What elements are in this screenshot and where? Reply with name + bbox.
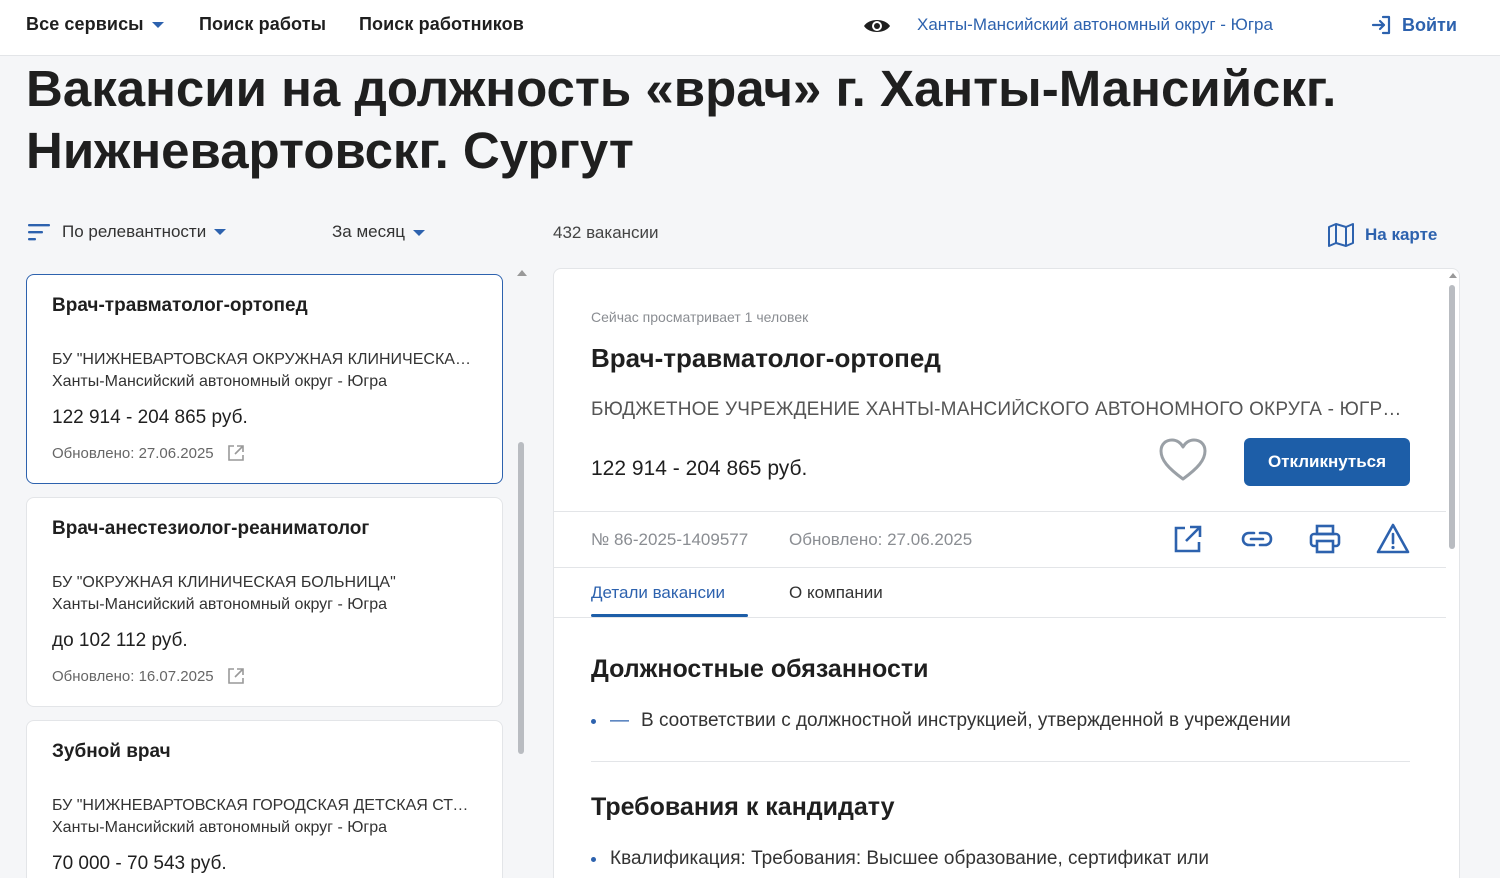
detail-salary: 122 914 - 204 865 руб.	[591, 457, 808, 480]
tab-about-company[interactable]: О компании	[789, 583, 883, 603]
all-services-menu[interactable]: Все сервисы	[26, 14, 164, 35]
detail-title: Врач-травматолог-ортопед	[591, 343, 941, 373]
divider	[554, 567, 1446, 568]
page-title: Вакансии на должность «врач» г. Ханты-Ма…	[26, 60, 1337, 179]
map-icon	[1328, 223, 1354, 247]
chevron-down-icon	[413, 229, 426, 236]
login-icon	[1371, 15, 1391, 35]
vacancy-updated-label: Обновлено: 27.06.2025	[52, 444, 214, 462]
duty-dash: —	[610, 710, 629, 731]
vacancy-region: Ханты-Мансийский автономный округ - Югра	[52, 819, 388, 836]
viewing-count: Сейчас просматривает 1 человек	[591, 309, 809, 325]
vacancy-salary: до 102 112 руб.	[52, 630, 188, 651]
requirement-text: Квалификация: Требования: Высшее образов…	[610, 848, 1209, 869]
vacancy-number: № 86-2025-1409577	[591, 530, 749, 549]
map-label: На карте	[1365, 225, 1438, 244]
heart-icon[interactable]	[1158, 437, 1208, 483]
requirement-item: Квалификация: Требования: Высшее образов…	[591, 848, 1209, 870]
vacancy-updated: Обновлено: 27.06.2025	[52, 443, 246, 463]
vacancy-region: Ханты-Мансийский автономный округ - Югра	[52, 373, 388, 390]
vacancy-updated-label: Обновлено: 16.07.2025	[52, 667, 214, 685]
vacancy-updated: Обновлено: 16.07.2025	[52, 666, 246, 686]
divider	[591, 761, 1410, 762]
requirements-heading: Требования к кандидату	[591, 793, 895, 821]
all-services-label: Все сервисы	[26, 14, 144, 34]
eye-icon[interactable]	[862, 14, 892, 38]
detail-updated: Обновлено: 27.06.2025	[789, 530, 973, 549]
worker-search-link[interactable]: Поиск работников	[359, 14, 524, 35]
list-scroll-up-arrow[interactable]	[517, 270, 527, 276]
top-navigation: Все сервисы Поиск работы Поиск работнико…	[0, 0, 1500, 56]
sort-dropdown[interactable]: По релевантности	[28, 222, 227, 242]
external-link-icon[interactable]	[226, 443, 246, 463]
chevron-down-icon	[214, 229, 227, 235]
chevron-down-icon	[151, 22, 164, 29]
login-button[interactable]: Войти	[1370, 13, 1457, 37]
vacancy-org: БУ "НИЖНЕВАРТОВСКАЯ ОКРУЖНАЯ КЛИНИЧЕСКАЯ…	[52, 351, 477, 368]
list-scrollbar[interactable]	[518, 442, 524, 754]
vacancy-title: Врач-травматолог-ортопед	[52, 295, 308, 316]
apply-button[interactable]: Откликнуться	[1244, 438, 1410, 486]
period-dropdown[interactable]: За месяц	[332, 222, 426, 242]
external-link-icon[interactable]	[1171, 522, 1205, 556]
duty-item: — В соответствии с должностной инструкци…	[591, 710, 1291, 732]
link-icon[interactable]	[1240, 522, 1274, 556]
vacancy-title: Врач-анестезиолог-реаниматолог	[52, 518, 370, 539]
vacancy-count: 432 вакансии	[553, 223, 659, 242]
tab-vacancy-details[interactable]: Детали вакансии	[591, 583, 725, 603]
sort-label: По релевантности	[62, 222, 207, 241]
vacancy-region: Ханты-Мансийский автономный округ - Югра	[52, 596, 388, 613]
external-link-icon[interactable]	[226, 666, 246, 686]
vacancy-salary: 122 914 - 204 865 руб.	[52, 407, 248, 428]
vacancy-card[interactable]: Зубной врач БУ "НИЖНЕВАРТОВСКАЯ ГОРОДСКА…	[26, 720, 503, 878]
divider	[554, 617, 1446, 618]
detail-scrollbar[interactable]	[1449, 285, 1455, 549]
login-label: Войти	[1402, 14, 1457, 35]
detail-scroll-up-arrow[interactable]	[1449, 273, 1457, 278]
vacancy-org: БУ "ОКРУЖНАЯ КЛИНИЧЕСКАЯ БОЛЬНИЦА"	[52, 574, 396, 591]
divider	[554, 511, 1446, 512]
warning-icon[interactable]	[1376, 522, 1410, 556]
region-selector[interactable]: Ханты-Мансийский автономный округ - Югра	[917, 15, 1273, 35]
bullet-icon	[591, 718, 596, 724]
vacancy-org: БУ "НИЖНЕВАРТОВСКАЯ ГОРОДСКАЯ ДЕТСКАЯ СТ…	[52, 797, 477, 814]
print-icon[interactable]	[1308, 522, 1342, 556]
detail-org[interactable]: БЮДЖЕТНОЕ УЧРЕЖДЕНИЕ ХАНТЫ-МАНСИЙСКОГО А…	[591, 399, 1411, 421]
bullet-icon	[591, 856, 596, 862]
sort-icon	[28, 224, 50, 241]
vacancy-detail-panel: Сейчас просматривает 1 человек Врач-трав…	[553, 268, 1460, 878]
vacancy-title: Зубной врач	[52, 741, 171, 762]
vacancy-card[interactable]: Врач-анестезиолог-реаниматолог БУ "ОКРУЖ…	[26, 497, 503, 707]
vacancy-card[interactable]: Врач-травматолог-ортопед БУ "НИЖНЕВАРТОВ…	[26, 274, 503, 484]
duty-text: В соответствии с должностной инструкцией…	[641, 710, 1291, 731]
duties-heading: Должностные обязанности	[591, 655, 929, 683]
map-button[interactable]: На карте	[1327, 222, 1437, 248]
period-label: За месяц	[332, 222, 406, 241]
vacancy-salary: 70 000 - 70 543 руб.	[52, 853, 227, 874]
job-search-link[interactable]: Поиск работы	[199, 14, 326, 35]
